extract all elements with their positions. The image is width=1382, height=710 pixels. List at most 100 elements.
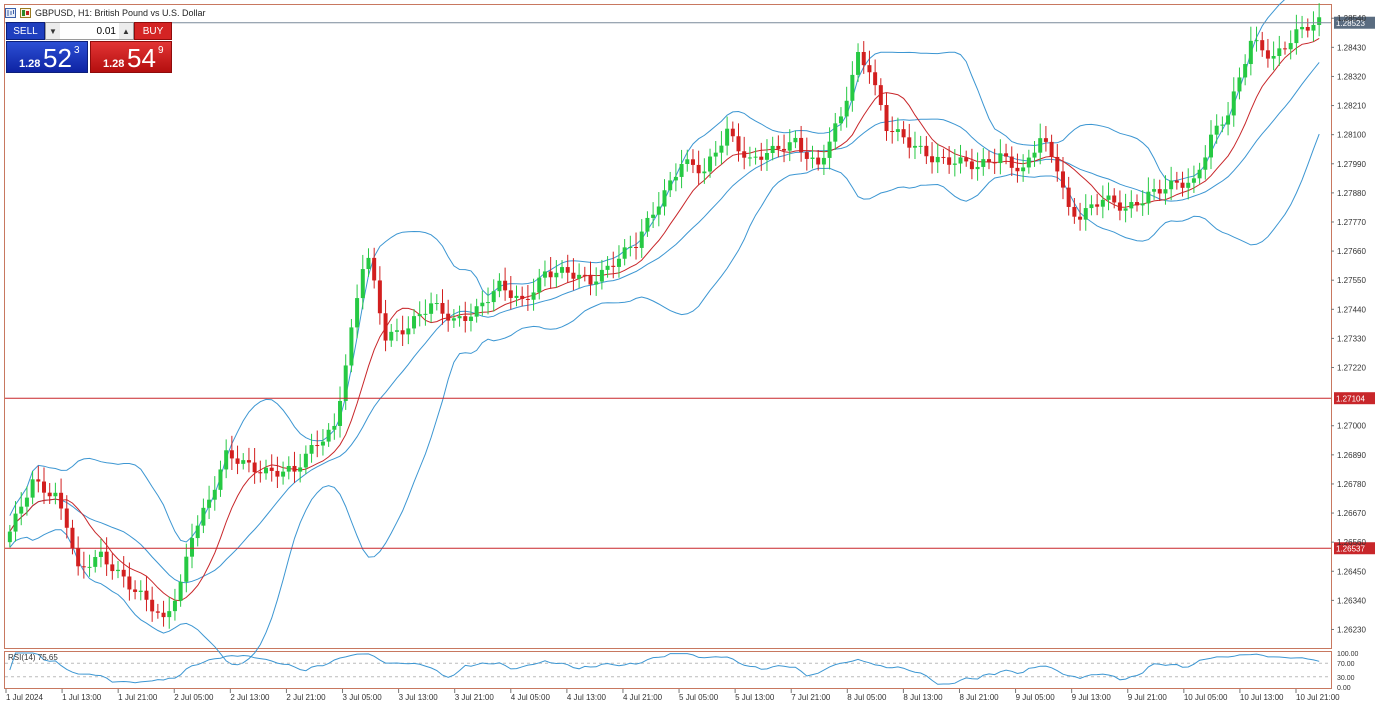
candle-body: [292, 465, 297, 472]
candle-body: [548, 271, 553, 278]
candle-body: [155, 611, 160, 613]
candle-body: [24, 497, 29, 507]
y-axis-tick-label: 1.27550: [1337, 276, 1366, 285]
candle-body: [747, 157, 752, 159]
lot-size-control: ▼ ▲: [45, 22, 134, 40]
buy-price-quote[interactable]: 1.28 54 9: [90, 41, 172, 73]
candle-body: [172, 600, 177, 612]
candle-body: [42, 481, 47, 493]
candle-body: [1220, 124, 1225, 126]
candle-body: [1243, 64, 1248, 78]
candle-body: [1146, 191, 1151, 204]
candle-body: [1078, 216, 1083, 220]
y-axis-tick-label: 1.28100: [1337, 131, 1366, 140]
candle-body: [429, 303, 434, 314]
candle-body: [537, 277, 542, 293]
candle-body: [520, 295, 525, 299]
candle-body: [383, 313, 388, 341]
lot-size-input[interactable]: [60, 23, 119, 39]
candle-body: [753, 156, 758, 158]
candle-body: [1152, 189, 1157, 192]
sell-price-pips: 52: [43, 43, 72, 73]
candle-body: [1026, 157, 1031, 168]
candle-body: [941, 156, 946, 158]
y-axis-tick-label: 1.26890: [1337, 451, 1366, 460]
candle-body: [554, 272, 559, 278]
x-axis-tick-label: 9 Jul 13:00: [1072, 693, 1112, 702]
x-axis-tick-label: 4 Jul 05:00: [511, 693, 551, 702]
candle-body: [207, 499, 212, 508]
candle-body: [1248, 40, 1253, 65]
buy-button[interactable]: BUY: [134, 22, 172, 40]
candle-body: [406, 328, 411, 335]
candle-body: [833, 123, 838, 142]
sell-button[interactable]: SELL: [6, 22, 45, 40]
bollinger-middle-band: [9, 62, 1320, 584]
candle-body: [1186, 182, 1191, 188]
x-axis-tick-label: 1 Jul 21:00: [118, 693, 158, 702]
candle-body: [1038, 138, 1043, 153]
candle-body: [1311, 24, 1316, 31]
candle-body: [178, 581, 183, 601]
candle-body: [1134, 202, 1139, 206]
candle-body: [332, 425, 337, 430]
candle-body: [531, 292, 536, 300]
candle-body: [497, 280, 502, 292]
candle-body: [816, 157, 821, 165]
x-axis-tick-label: 1 Jul 13:00: [62, 693, 102, 702]
lot-decrease-icon[interactable]: ▼: [46, 23, 60, 39]
candle-body: [7, 531, 12, 543]
candle-body: [952, 163, 957, 165]
candle-body: [212, 489, 217, 500]
candle-body: [1106, 195, 1111, 200]
candle-body: [975, 166, 980, 170]
y-axis-tick-label: 1.26340: [1337, 596, 1366, 605]
candle-body: [36, 479, 41, 482]
x-axis-tick-label: 10 Jul 13:00: [1240, 693, 1284, 702]
lot-increase-icon[interactable]: ▲: [119, 23, 133, 39]
candle-body: [901, 129, 906, 138]
candle-body: [611, 265, 616, 267]
price-chart[interactable]: 1.285231.271041.26537 1.285401.284301.28…: [0, 0, 1382, 710]
candle-body: [138, 590, 143, 592]
candle-body: [76, 547, 81, 567]
candle-body: [764, 153, 769, 160]
candle-body: [218, 469, 223, 490]
candle-body: [1095, 204, 1100, 207]
candle-body: [1140, 203, 1145, 206]
candle-body: [605, 265, 610, 270]
x-axis-tick-label: 3 Jul 21:00: [455, 693, 495, 702]
sell-price-quote[interactable]: 1.28 52 3: [6, 41, 88, 73]
x-axis-tick-label: 8 Jul 05:00: [847, 693, 887, 702]
candle-body: [656, 206, 661, 215]
candle-body: [588, 274, 593, 285]
chart-title-bar: GBPUSD, H1: British Pound vs U.S. Dollar: [5, 5, 206, 21]
candle-body: [639, 231, 644, 248]
bollinger-upper-band: [9, 0, 1285, 543]
rsi-axis-tick-label: 100.00: [1337, 651, 1359, 658]
candle-body: [1055, 156, 1060, 172]
candle-body: [423, 313, 428, 315]
buy-price-pips: 54: [127, 43, 156, 73]
candle-body: [1089, 204, 1094, 209]
x-axis-tick-label: 2 Jul 05:00: [174, 693, 214, 702]
candle-body: [258, 472, 263, 474]
candle-body: [622, 247, 627, 259]
candle-body: [1231, 91, 1236, 116]
candle-body: [1191, 178, 1196, 183]
symbol-icon: [20, 8, 31, 18]
candle-body: [252, 462, 257, 473]
candle-body: [201, 507, 206, 526]
x-axis-tick-label: 3 Jul 05:00: [343, 693, 383, 702]
candle-body: [1288, 43, 1293, 50]
candle-body: [1009, 156, 1014, 168]
x-axis-tick-label: 10 Jul 21:00: [1296, 693, 1340, 702]
candle-body: [1072, 206, 1077, 217]
candle-body: [850, 74, 855, 101]
candle-body: [1123, 208, 1128, 211]
candle-body: [161, 612, 166, 618]
y-axis-tick-label: 1.27880: [1337, 189, 1366, 198]
candle-body: [1300, 26, 1305, 30]
candle-body: [1021, 167, 1026, 172]
y-axis-tick-label: 1.26450: [1337, 567, 1366, 576]
